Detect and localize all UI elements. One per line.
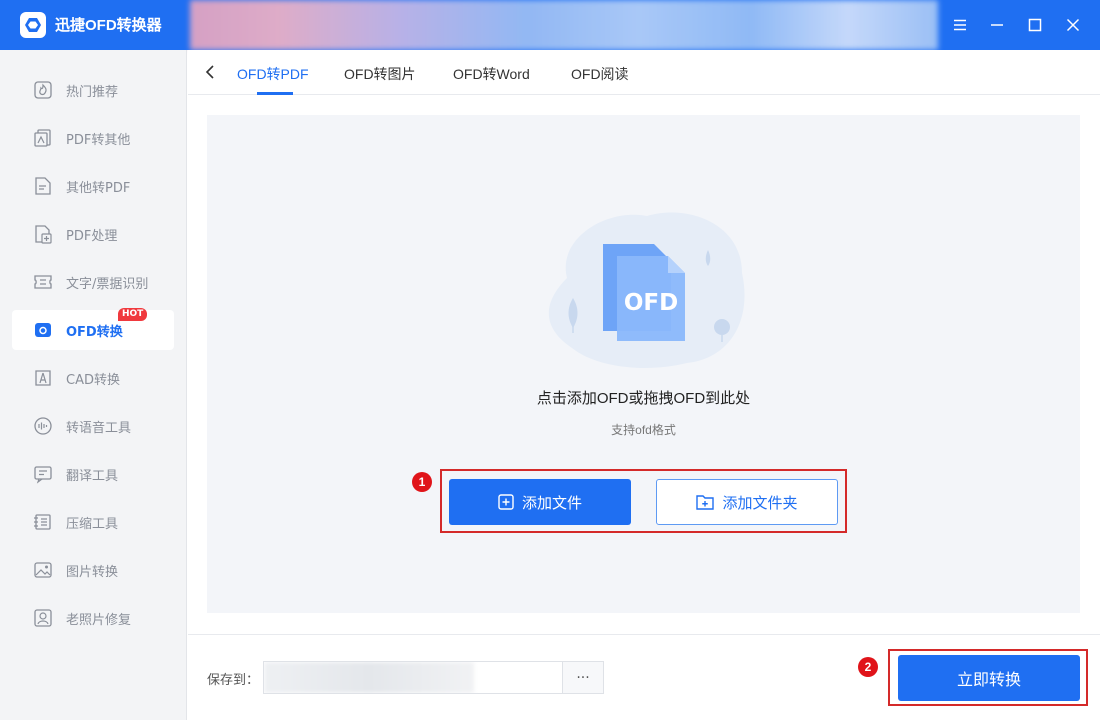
tab-ofd-to-image[interactable]: OFD转图片	[344, 64, 416, 84]
sidebar-item-compress[interactable]: 压缩工具	[12, 502, 174, 542]
sidebar-item-ofd-convert[interactable]: OFD转换 HOT	[12, 308, 174, 350]
sidebar-item-label: 文字/票据识别	[66, 276, 149, 292]
sidebar-item-label: PDF转其他	[66, 132, 131, 148]
sidebar-item-label: PDF处理	[66, 228, 118, 244]
add-folder-button[interactable]: 添加文件夹	[656, 479, 838, 525]
hot-badge: HOT	[118, 308, 148, 321]
step-1-badge: 1	[412, 472, 432, 492]
sidebar-item-label: 热门推荐	[66, 84, 119, 100]
hot-recommend-icon	[32, 79, 54, 101]
add-folder-label: 添加文件夹	[722, 493, 798, 512]
sidebar-item-label: 压缩工具	[66, 516, 119, 532]
menu-icon[interactable]	[945, 10, 975, 40]
sidebar-item-photo-repair[interactable]: 老照片修复	[12, 598, 174, 638]
sidebar-item-voice[interactable]: 转语音工具	[12, 406, 174, 446]
save-path-field[interactable]	[263, 661, 562, 694]
ocr-icon	[32, 271, 54, 293]
ofd-file-label: OFD	[624, 290, 678, 316]
file-drop-zone[interactable]: OFD 点击添加OFD或拖拽OFD到此处 支持ofd格式	[207, 115, 1080, 613]
image-icon	[32, 559, 54, 581]
back-chevron-icon[interactable]	[202, 63, 220, 81]
app-title: 迅捷OFD转换器	[55, 17, 162, 34]
save-path-value-redacted	[264, 662, 474, 693]
sidebar-item-pdf-process[interactable]: PDF处理	[12, 214, 174, 254]
to-pdf-icon	[32, 175, 54, 197]
sidebar-item-label: CAD转换	[66, 372, 120, 388]
tab-ofd-to-pdf[interactable]: OFD转PDF	[237, 64, 309, 84]
save-to-label: 保存到：	[207, 673, 260, 688]
app-logo-icon	[20, 12, 46, 38]
tab-ofd-reader[interactable]: OFD阅读	[571, 64, 629, 84]
add-file-button[interactable]: 添加文件	[449, 479, 631, 525]
step-2-badge: 2	[858, 657, 878, 677]
maximize-icon[interactable]	[1020, 10, 1050, 40]
pdf-process-icon	[32, 223, 54, 245]
tab-ofd-to-word[interactable]: OFD转Word	[453, 64, 530, 84]
tab-bar: OFD转PDF OFD转图片 OFD转Word OFD阅读	[188, 50, 1100, 95]
compress-icon	[32, 511, 54, 533]
sidebar-item-label: 老照片修复	[66, 612, 132, 628]
sidebar-item-label: 翻译工具	[66, 468, 119, 484]
minimize-icon[interactable]	[982, 10, 1012, 40]
sidebar-item-image[interactable]: 图片转换	[12, 550, 174, 590]
ofd-icon	[32, 319, 54, 341]
sidebar-item-label: 图片转换	[66, 564, 119, 580]
voice-icon	[32, 415, 54, 437]
drop-zone-subtitle: 支持ofd格式	[611, 423, 676, 437]
sidebar-item-other-to-pdf[interactable]: 其他转PDF	[12, 166, 174, 206]
sidebar-item-label: 其他转PDF	[66, 180, 131, 196]
sidebar: 热门推荐 PDF转其他 其他转PDF PDF处理 文字/票据识别 OFD转换 H…	[0, 50, 187, 720]
sidebar-item-ocr[interactable]: 文字/票据识别	[12, 262, 174, 302]
sidebar-item-hot-recommend[interactable]: 热门推荐	[12, 70, 174, 110]
pdf-convert-icon	[32, 127, 54, 149]
photo-repair-icon	[32, 607, 54, 629]
translate-icon	[32, 463, 54, 485]
title-bar: 迅捷OFD转换器	[0, 0, 1100, 50]
sidebar-item-cad[interactable]: CAD转换	[12, 358, 174, 398]
close-icon[interactable]	[1058, 10, 1088, 40]
sidebar-item-translate[interactable]: 翻译工具	[12, 454, 174, 494]
drop-zone-title: 点击添加OFD或拖拽OFD到此处	[536, 390, 751, 407]
add-file-label: 添加文件	[521, 493, 582, 512]
active-tab-indicator	[257, 92, 293, 95]
ofd-file-illustration: OFD	[537, 208, 752, 378]
sidebar-item-pdf-to-other[interactable]: PDF转其他	[12, 118, 174, 158]
add-folder-icon	[696, 494, 715, 510]
cad-icon	[32, 367, 54, 389]
sidebar-item-label: OFD转换	[66, 324, 123, 340]
title-bar-banner	[190, 0, 938, 50]
add-file-icon	[498, 494, 514, 510]
sidebar-item-label: 转语音工具	[66, 420, 132, 436]
convert-now-button[interactable]: 立即转换	[898, 655, 1080, 701]
browse-button[interactable]: ···	[562, 661, 604, 694]
